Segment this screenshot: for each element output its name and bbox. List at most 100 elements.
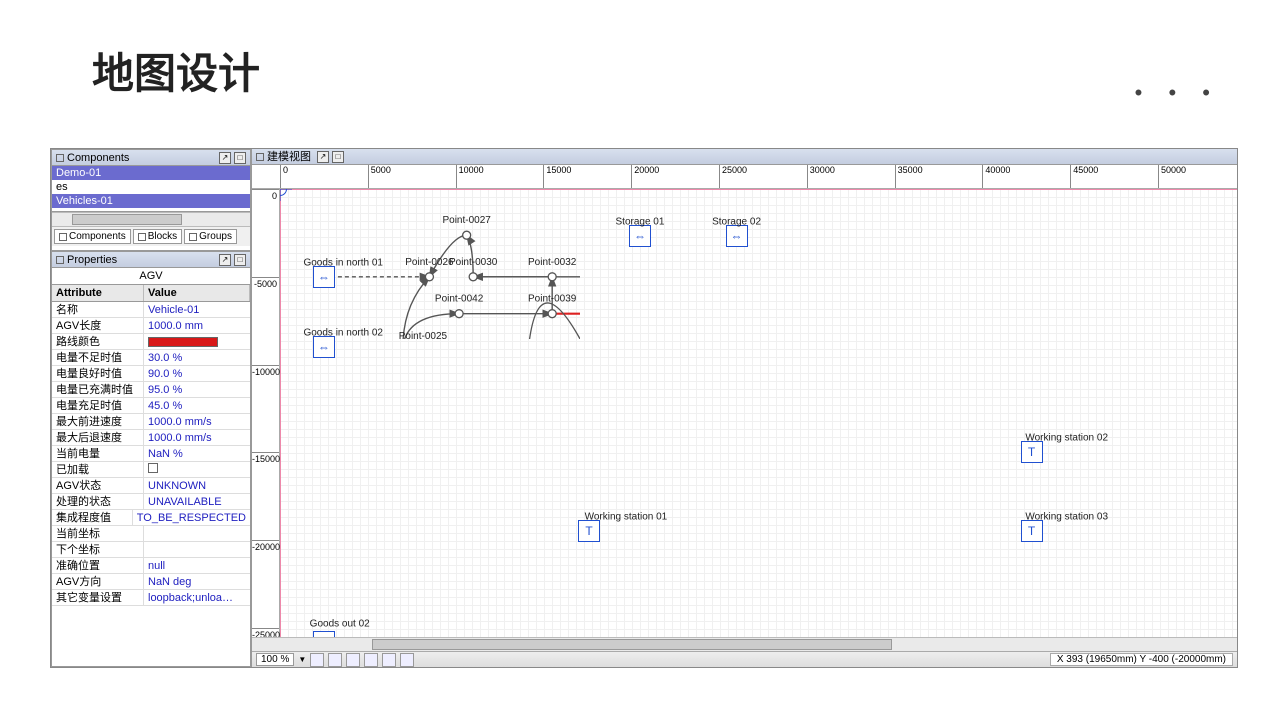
detach-icon[interactable]: ↗ — [219, 152, 231, 164]
property-val[interactable]: NaN % — [144, 446, 250, 461]
property-row[interactable]: 处理的状态UNAVAILABLE — [52, 494, 250, 510]
station-icon[interactable]: ⇔ — [313, 266, 335, 288]
station-label: Goods out 02 — [310, 619, 370, 630]
property-row[interactable]: 准确位置null — [52, 558, 250, 574]
property-val[interactable] — [144, 542, 250, 557]
station-icon[interactable]: ⇔ — [629, 225, 651, 247]
components-tab[interactable]: Components — [54, 229, 131, 244]
property-val[interactable] — [144, 462, 250, 477]
ruler-vertical: 0-5000-10000-15000-20000-25000 — [252, 189, 280, 637]
property-row[interactable]: 当前电量NaN % — [52, 446, 250, 462]
property-row[interactable]: 电量不足时值30.0 % — [52, 350, 250, 366]
property-attr: 最大前进速度 — [52, 414, 144, 429]
property-val[interactable]: loopback;unloa… — [144, 590, 250, 605]
components-tab[interactable]: Groups — [184, 229, 237, 244]
node-label: Point-0032 — [528, 257, 577, 268]
property-row[interactable]: AGV方向NaN deg — [52, 574, 250, 590]
property-row[interactable]: 已加载 — [52, 462, 250, 478]
doc-icon — [256, 153, 264, 161]
slide-dots: • • • — [1135, 80, 1220, 106]
detach-icon[interactable]: ↗ — [219, 254, 231, 266]
property-row[interactable]: 集成程度值TO_BE_RESPECTED — [52, 510, 250, 526]
property-row[interactable]: AGV状态UNKNOWN — [52, 478, 250, 494]
col-value[interactable]: Value — [144, 285, 250, 301]
station-label: Storage 01 — [616, 217, 665, 228]
maximize-icon[interactable]: □ — [234, 152, 246, 164]
property-row[interactable]: 电量已充满时值95.0 % — [52, 382, 250, 398]
map-node[interactable] — [548, 273, 556, 281]
components-tab[interactable]: Blocks — [133, 229, 182, 244]
property-val[interactable]: 95.0 % — [144, 382, 250, 397]
property-row[interactable]: 当前坐标 — [52, 526, 250, 542]
station-icon[interactable]: ⇔ — [726, 225, 748, 247]
components-hscroll[interactable] — [52, 212, 250, 226]
property-attr: AGV长度 — [52, 318, 144, 333]
node-label: Point-0030 — [449, 257, 498, 268]
col-attribute[interactable]: Attribute — [52, 285, 144, 301]
property-val[interactable]: NaN deg — [144, 574, 250, 589]
property-attr: 其它变量设置 — [52, 590, 144, 605]
maximize-icon[interactable]: □ — [234, 254, 246, 266]
property-val[interactable]: null — [144, 558, 250, 573]
station-icon[interactable]: T — [1021, 441, 1043, 463]
edge[interactable] — [526, 303, 580, 339]
property-row[interactable]: 最大后退速度1000.0 mm/s — [52, 430, 250, 446]
property-val[interactable]: TO_BE_RESPECTED — [133, 510, 250, 525]
property-row[interactable]: 名称Vehicle-01 — [52, 302, 250, 318]
components-item[interactable]: Vehicles-01 — [52, 194, 250, 208]
property-val[interactable] — [144, 334, 250, 349]
property-row[interactable]: 电量良好时值90.0 % — [52, 366, 250, 382]
edge[interactable] — [403, 277, 430, 339]
property-row[interactable]: AGV长度1000.0 mm — [52, 318, 250, 334]
coord-readout: X 393 (19650mm) Y -400 (-20000mm) — [1050, 653, 1233, 666]
station-icon[interactable]: T — [1021, 520, 1043, 542]
canvas-hscroll[interactable] — [252, 637, 1237, 651]
detach-icon[interactable]: ↗ — [317, 151, 329, 163]
property-val[interactable]: 45.0 % — [144, 398, 250, 413]
property-val[interactable]: 1000.0 mm/s — [144, 430, 250, 445]
property-val[interactable]: Vehicle-01 — [144, 302, 250, 317]
app-frame: Components ↗ □ Demo-01esVehicles-01 Comp… — [50, 148, 1238, 668]
tool-icon-4[interactable] — [364, 653, 378, 667]
property-val[interactable]: 90.0 % — [144, 366, 250, 381]
property-row[interactable]: 最大前进速度1000.0 mm/s — [52, 414, 250, 430]
property-row[interactable]: 路线颜色 — [52, 334, 250, 350]
property-row[interactable]: 电量充足时值45.0 % — [52, 398, 250, 414]
tool-icon-2[interactable] — [328, 653, 342, 667]
maximize-icon[interactable]: □ — [332, 151, 344, 163]
station-icon[interactable]: T — [578, 520, 600, 542]
property-val[interactable]: 30.0 % — [144, 350, 250, 365]
map-node[interactable] — [425, 273, 433, 281]
zoom-level[interactable]: 100 % — [256, 653, 294, 666]
property-attr: 当前坐标 — [52, 526, 144, 541]
properties-panel: Properties ↗ □ AGV Attribute Value 名称Veh… — [51, 251, 251, 667]
property-val[interactable]: UNKNOWN — [144, 478, 250, 493]
node-label: Point-0027 — [442, 215, 491, 226]
tool-icon-6[interactable] — [400, 653, 414, 667]
components-item[interactable]: Demo-01 — [52, 166, 250, 180]
components-item[interactable]: es — [52, 180, 250, 194]
tool-icon-5[interactable] — [382, 653, 396, 667]
property-val[interactable]: UNAVAILABLE — [144, 494, 250, 509]
property-val[interactable]: 1000.0 mm — [144, 318, 250, 333]
property-attr: AGV方向 — [52, 574, 144, 589]
station-icon[interactable]: ⇔ — [313, 336, 335, 358]
components-list[interactable]: Demo-01esVehicles-01 — [52, 166, 250, 212]
property-row[interactable]: 其它变量设置loopback;unloa… — [52, 590, 250, 606]
property-val[interactable]: 1000.0 mm/s — [144, 414, 250, 429]
node-label: Point-0026 — [405, 257, 454, 268]
status-bar: 100 % ▼ X 393 (19650mm) Y -400 (-20000mm… — [252, 651, 1237, 667]
map-node[interactable] — [455, 310, 463, 318]
map-canvas[interactable]: Point-0027 Point-0026Point-0030 Point-0032… — [280, 189, 1237, 637]
properties-header: AGV — [52, 268, 250, 284]
property-row[interactable]: 下个坐标 — [52, 542, 250, 558]
property-val[interactable] — [144, 526, 250, 541]
map-node[interactable] — [469, 273, 477, 281]
ruler-horizontal: 0500010000150002000025000300003500040000… — [252, 165, 1237, 189]
tool-icon-3[interactable] — [346, 653, 360, 667]
doc-icon — [56, 256, 64, 264]
map-node[interactable] — [548, 310, 556, 318]
property-attr: 下个坐标 — [52, 542, 144, 557]
tool-icon-1[interactable] — [310, 653, 324, 667]
map-node[interactable] — [463, 231, 471, 239]
